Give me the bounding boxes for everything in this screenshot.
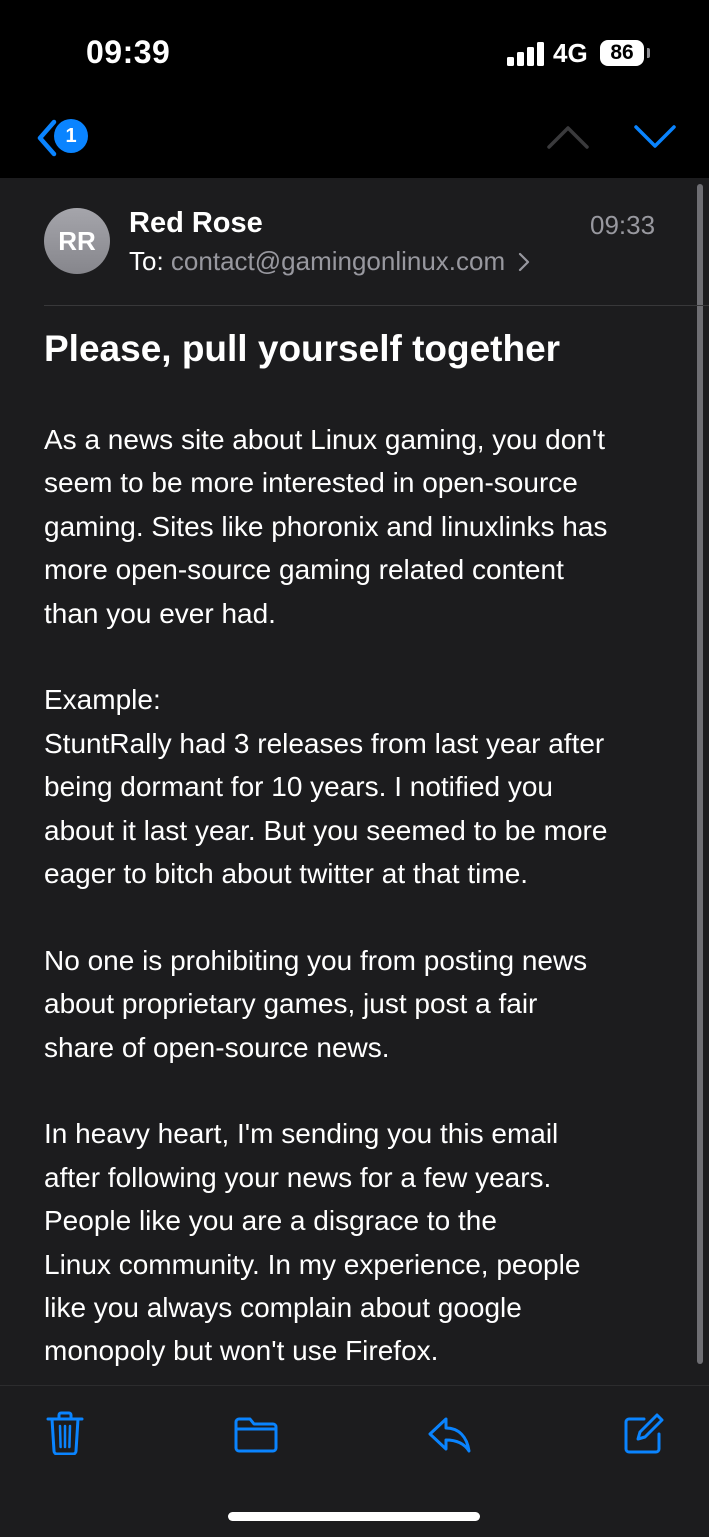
trash-icon[interactable]	[46, 1411, 84, 1455]
unread-count-badge[interactable]: 1	[54, 119, 88, 153]
email-time: 09:33	[590, 210, 656, 240]
scrollbar[interactable]	[697, 184, 703, 1364]
compose-icon[interactable]	[622, 1413, 664, 1455]
body-line: like you always complain about google	[44, 1292, 522, 1324]
email-subject: Please, pull yourself together	[44, 328, 561, 369]
email-body: As a news site about Linux gaming, you d…	[44, 418, 674, 1416]
home-indicator[interactable]	[228, 1512, 480, 1521]
body-paragraph: In heavy heart, I'm sending you this ema…	[44, 1112, 674, 1372]
body-line: StuntRally had 3 releases from last year…	[44, 727, 605, 759]
body-line: eager to bitch about twitter at that tim…	[44, 858, 529, 890]
previous-message-chevron-up-icon[interactable]	[546, 124, 590, 150]
network-type: 4G	[553, 38, 588, 68]
reply-icon[interactable]	[426, 1415, 472, 1455]
battery-tip	[647, 48, 650, 58]
status-bar	[0, 0, 709, 178]
body-line: monopoly but won't use Firefox.	[44, 1335, 439, 1367]
body-line: after following your news for a few year…	[44, 1161, 552, 1193]
body-line: Example:	[44, 684, 161, 716]
body-line: As a news site about Linux gaming, you d…	[44, 424, 606, 455]
next-message-chevron-down-icon[interactable]	[633, 124, 677, 150]
body-line: being dormant for 10 years. I notified y…	[44, 771, 553, 803]
body-paragraph: No one is prohibiting you from posting n…	[44, 939, 674, 1069]
body-line: than you ever had.	[44, 597, 276, 629]
body-line: No one is prohibiting you from posting n…	[44, 944, 588, 976]
to-label: To:	[129, 246, 164, 276]
body-line: Linux community. In my experience, peopl…	[44, 1248, 581, 1280]
body-paragraph: As a news site about Linux gaming, you d…	[44, 418, 674, 635]
recipient-address[interactable]: contact@gamingonlinux.com	[171, 246, 505, 276]
body-paragraph: Example: StuntRally had 3 releases from …	[44, 678, 674, 895]
body-line: gaming. Sites like phoronix and linuxlin…	[44, 510, 608, 542]
sender-name[interactable]: Red Rose	[129, 207, 263, 240]
body-line: share of open-source news.	[44, 1031, 390, 1063]
body-line: seem to be more interested in open-sourc…	[44, 467, 578, 499]
recipient-row[interactable]: To: contact@gamingonlinux.com	[129, 246, 530, 277]
body-line: about it last year. But you seemed to be…	[44, 814, 608, 846]
body-line: In heavy heart, I'm sending you this ema…	[44, 1118, 559, 1150]
header-divider	[44, 305, 709, 306]
chevron-right-icon[interactable]	[518, 252, 530, 272]
status-time: 09:39	[86, 34, 171, 70]
body-line: about proprietary games, just post a fai…	[44, 988, 538, 1020]
cellular-signal-icon	[507, 42, 544, 66]
body-line: more open-source gaming related content	[44, 554, 564, 586]
body-line: People like you are a disgrace to the	[44, 1205, 497, 1237]
sender-avatar[interactable]: RR	[44, 208, 110, 274]
battery-icon: 86	[600, 40, 644, 66]
folder-icon[interactable]	[233, 1416, 279, 1454]
